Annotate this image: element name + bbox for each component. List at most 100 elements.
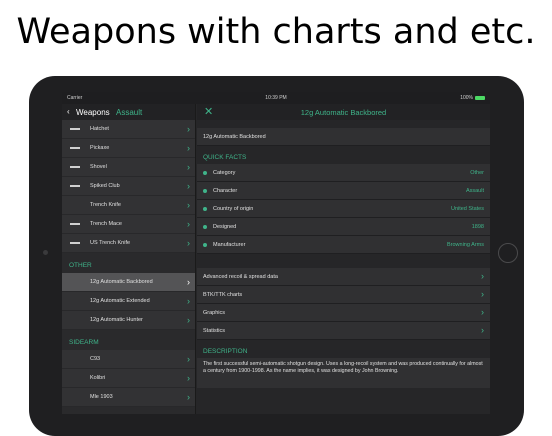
list-item[interactable]: Trench Knife ›	[62, 196, 195, 215]
headline: Weapons with charts and etc.	[16, 12, 536, 52]
list-item-label: Kolibri	[90, 375, 106, 381]
chevron-right-icon: ›	[187, 277, 190, 287]
list-item-label: 12g Automatic Hunter	[90, 317, 143, 323]
fact-label: Category	[213, 170, 236, 176]
list-item-label: Hatchet	[90, 126, 109, 132]
battery-percent: 100%	[460, 95, 473, 101]
master-nav-bar: ‹ Weapons Assault	[62, 104, 195, 120]
chevron-right-icon: ›	[187, 315, 190, 325]
section-header-label: DESCRIPTION	[203, 348, 248, 355]
back-chevron-icon[interactable]: ‹	[67, 107, 70, 116]
status-bar: Carrier 10:39 PM 100%	[62, 92, 490, 104]
list-item[interactable]: Mle 1903 ›	[62, 388, 195, 407]
detail-title: 12g Automatic Backbored	[300, 108, 387, 117]
weapon-name: 12g Automatic Backbored	[203, 134, 266, 140]
weapon-icon	[70, 147, 80, 149]
chevron-right-icon: ›	[187, 143, 190, 153]
bullet-icon	[203, 225, 207, 229]
link-label: Statistics	[203, 328, 226, 334]
master-pane: ‹ Weapons Assault Hatchet › Pickaxe › Shov…	[62, 104, 196, 414]
fact-label: Country of origin	[213, 206, 254, 212]
chevron-right-icon: ›	[187, 296, 190, 306]
list-item-label: Pickaxe	[90, 145, 110, 151]
link-label: Graphics	[203, 310, 226, 316]
fact-label: Manufacturer	[213, 242, 246, 248]
home-button[interactable]	[498, 243, 518, 263]
fact-value: 1898	[471, 224, 484, 230]
fact-row: Country of origin United States	[197, 200, 490, 218]
back-button[interactable]: Weapons	[76, 108, 110, 117]
list-item-label: Trench Knife	[90, 202, 121, 208]
link-statistics[interactable]: Statistics ›	[197, 322, 490, 340]
chevron-right-icon: ›	[187, 392, 190, 402]
list-item[interactable]: Pickaxe ›	[62, 139, 195, 158]
list-item-selected[interactable]: 12g Automatic Backbored ›	[62, 273, 195, 292]
section-header-label: SIDEARM	[69, 339, 99, 346]
description-text: The first successful semi-automatic shot…	[197, 358, 490, 388]
clock: 10:39 PM	[265, 95, 287, 101]
fact-row: Character Assault	[197, 182, 490, 200]
section-header-label: QUICK FACTS	[203, 154, 247, 161]
weapon-icon	[70, 166, 80, 168]
list-item-label: C93	[90, 356, 101, 362]
weapon-icon	[70, 185, 80, 187]
section-header-other: OTHER	[62, 253, 195, 273]
chevron-right-icon: ›	[187, 219, 190, 229]
link-graphics[interactable]: Graphics ›	[197, 304, 490, 322]
chevron-right-icon: ›	[481, 325, 484, 335]
bullet-icon	[203, 189, 207, 193]
fact-label: Character	[213, 188, 238, 194]
sidearm-list: C93 › Kolibri › Mle 1903 ›	[62, 350, 195, 407]
list-item[interactable]: 12g Automatic Extended ›	[62, 292, 195, 311]
camera	[43, 250, 48, 255]
link-advanced-recoil[interactable]: Advanced recoil & spread data ›	[197, 268, 490, 286]
weapon-icon	[70, 128, 80, 130]
fact-row: Category Other	[197, 164, 490, 182]
weapon-icon	[70, 242, 80, 244]
list-item[interactable]: US Trench Knife ›	[62, 234, 195, 253]
weapon-list: Hatchet › Pickaxe › Shovel › Spiked Club › T…	[62, 120, 195, 253]
chevron-right-icon: ›	[481, 289, 484, 299]
link-label: BTK/TTK charts	[203, 292, 243, 298]
fact-value: United States	[450, 206, 484, 212]
list-item-label: US Trench Knife	[90, 240, 131, 246]
list-item[interactable]: Spiked Club ›	[62, 177, 195, 196]
chevron-right-icon: ›	[481, 307, 484, 317]
fact-label: Designed	[213, 224, 237, 230]
other-list: 12g Automatic Backbored › 12g Automatic E…	[62, 273, 195, 330]
section-header-label: OTHER	[69, 262, 92, 269]
detail-nav-bar: ✕ 12g Automatic Backbored	[197, 104, 490, 120]
chevron-right-icon: ›	[187, 238, 190, 248]
list-item-label: 12g Automatic Backbored	[90, 279, 153, 285]
master-title: Assault	[116, 108, 143, 117]
bullet-icon	[203, 207, 207, 211]
chevron-right-icon: ›	[187, 200, 190, 210]
battery-icon	[475, 95, 485, 100]
link-btk-ttk-charts[interactable]: BTK/TTK charts ›	[197, 286, 490, 304]
fact-value: Assault	[465, 188, 484, 194]
section-header-quick-facts: QUICK FACTS	[197, 146, 490, 164]
weapon-icon	[70, 223, 80, 225]
chevron-right-icon: ›	[187, 162, 190, 172]
weapon-name-row: 12g Automatic Backbored	[197, 128, 490, 146]
list-item[interactable]: Trench Mace ›	[62, 215, 195, 234]
list-item-label: 12g Automatic Extended	[90, 298, 150, 304]
list-item[interactable]: Hatchet ›	[62, 120, 195, 139]
list-item[interactable]: Kolibri ›	[62, 369, 195, 388]
section-header-sidearm: SIDEARM	[62, 330, 195, 350]
list-item[interactable]: C93 ›	[62, 350, 195, 369]
battery-indicator: 100%	[460, 95, 485, 101]
list-item[interactable]: 12g Automatic Hunter ›	[62, 311, 195, 330]
chevron-right-icon: ›	[187, 124, 190, 134]
list-item[interactable]: Shovel ›	[62, 158, 195, 177]
fact-row: Manufacturer Browning Arms	[197, 236, 490, 254]
chevron-right-icon: ›	[187, 354, 190, 364]
chevron-right-icon: ›	[481, 271, 484, 281]
detail-pane: ✕ 12g Automatic Backbored 12g Automatic …	[197, 104, 490, 414]
link-label: Advanced recoil & spread data	[203, 274, 278, 280]
bullet-icon	[203, 171, 207, 175]
list-item-label: Spiked Club	[90, 183, 120, 189]
list-item-label: Mle 1903	[90, 394, 113, 400]
section-header-description: DESCRIPTION	[197, 340, 490, 358]
screen: Carrier 10:39 PM 100% ‹ Weapons Assault …	[62, 92, 490, 414]
